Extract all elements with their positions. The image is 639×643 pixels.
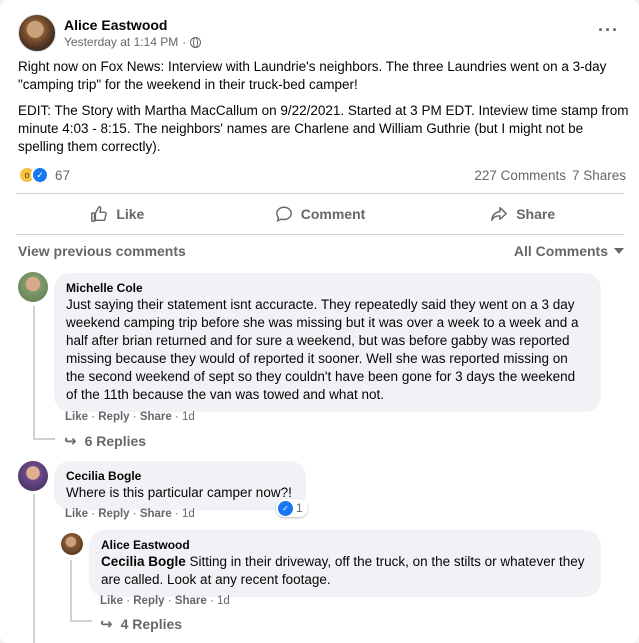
comment-bubble: Cecilia Bogle Where is this particular c… bbox=[54, 461, 306, 510]
replies-count: 4 Replies bbox=[120, 616, 183, 632]
share-icon bbox=[491, 206, 508, 222]
post-body: Right now on Fox News: Interview with La… bbox=[18, 58, 630, 164]
thread-connector bbox=[33, 438, 55, 440]
replies-count: 6 Replies bbox=[84, 433, 147, 449]
post-meta: Yesterday at 1:14 PM · bbox=[64, 34, 202, 50]
thread-line bbox=[33, 306, 35, 440]
post-timestamp[interactable]: Yesterday at 1:14 PM bbox=[64, 34, 178, 50]
reply-text: Cecilia Bogle Sitting in their driveway,… bbox=[101, 553, 589, 589]
reactions-row: o ✓ 67 227 Comments 7 Shares bbox=[18, 165, 626, 185]
comment-like-count: 1 bbox=[296, 501, 303, 515]
comment-age[interactable]: 1d bbox=[182, 411, 195, 423]
divider-top bbox=[16, 193, 624, 194]
comment-text: Where is this particular camper now?! bbox=[66, 485, 292, 500]
commenter-name[interactable]: Cecilia Bogle bbox=[66, 468, 294, 484]
comment-sort-label: All Comments bbox=[513, 243, 608, 259]
comment-share-button[interactable]: Share bbox=[140, 411, 172, 423]
post-text-paragraph-1: Right now on Fox News: Interview with La… bbox=[18, 59, 607, 92]
more-options-icon[interactable]: ··· bbox=[598, 20, 619, 41]
post-card: Alice Eastwood Yesterday at 1:14 PM · ··… bbox=[0, 0, 639, 643]
shares-count[interactable]: 7 Shares bbox=[572, 168, 626, 183]
reply-like-button[interactable]: Like bbox=[100, 595, 123, 607]
comment-reaction-badge[interactable]: ✓ 1 bbox=[276, 499, 308, 517]
comment-actions: Like · Reply · Share · 1d bbox=[65, 508, 195, 520]
thumbs-up-icon bbox=[91, 206, 108, 222]
reply-thread-line bbox=[70, 560, 72, 620]
comment-actions: Like · Reply · Share · 1d bbox=[65, 411, 195, 423]
author-name[interactable]: Alice Eastwood bbox=[64, 16, 201, 34]
comment-label: Comment bbox=[300, 206, 366, 222]
commenter-name[interactable]: Michelle Cole bbox=[66, 280, 589, 296]
reply-thread-connector bbox=[70, 620, 92, 622]
comments-count[interactable]: 227 Comments bbox=[474, 168, 566, 183]
share-button[interactable]: Share bbox=[421, 196, 624, 232]
view-previous-comments-link[interactable]: View previous comments bbox=[18, 243, 186, 259]
comment-icon bbox=[275, 206, 292, 223]
divider-bottom bbox=[16, 234, 624, 235]
post-stats: 227 Comments 7 Shares bbox=[474, 168, 626, 183]
reaction-icons[interactable]: o ✓ bbox=[18, 166, 49, 184]
reply-actions: Like · Reply · Share · 1d bbox=[100, 595, 230, 607]
comments-bar: View previous comments All Comments bbox=[18, 243, 624, 259]
post-header-text: Alice Eastwood Yesterday at 1:14 PM · bbox=[64, 16, 202, 50]
reply-mention[interactable]: Cecilia Bogle bbox=[101, 554, 186, 569]
commenter-avatar[interactable] bbox=[18, 461, 48, 491]
reply-avatar[interactable] bbox=[61, 533, 83, 555]
comment-text: Just saying their statement isnt accurac… bbox=[66, 297, 579, 402]
reply-author-name[interactable]: Alice Eastwood bbox=[101, 537, 589, 553]
globe-icon bbox=[190, 36, 202, 48]
thread-line bbox=[33, 494, 35, 643]
like-label: Like bbox=[116, 206, 145, 222]
like-button[interactable]: Like bbox=[16, 196, 219, 232]
comment-reply-button[interactable]: Reply bbox=[98, 508, 129, 520]
comment-share-button[interactable]: Share bbox=[140, 508, 172, 520]
reply-share-button[interactable]: Share bbox=[175, 595, 207, 607]
like-reaction-icon: ✓ bbox=[31, 166, 49, 184]
reply-age[interactable]: 1d bbox=[217, 595, 230, 607]
reply-bubble: Alice Eastwood Cecilia Bogle Sitting in … bbox=[89, 530, 601, 597]
post-text-paragraph-2: EDIT: The Story with Martha MacCallum on… bbox=[18, 103, 629, 154]
comment-bubble: Michelle Cole Just saying their statemen… bbox=[54, 273, 601, 412]
post-header: Alice Eastwood Yesterday at 1:14 PM · bbox=[18, 12, 202, 54]
comment-button[interactable]: Comment bbox=[219, 196, 422, 232]
view-replies-link[interactable]: ↪ 4 Replies bbox=[100, 615, 182, 633]
view-replies-link[interactable]: ↪ 6 Replies bbox=[64, 432, 146, 450]
commenter-avatar[interactable] bbox=[18, 272, 48, 302]
comment-like-button[interactable]: Like bbox=[65, 508, 88, 520]
like-reaction-icon: ✓ bbox=[278, 500, 293, 516]
post-actions: Like Comment Share bbox=[16, 196, 624, 232]
comment-age[interactable]: 1d bbox=[182, 508, 195, 520]
reply-arrow-icon: ↪ bbox=[64, 433, 77, 450]
reply-arrow-icon: ↪ bbox=[100, 616, 113, 633]
share-label: Share bbox=[516, 206, 556, 222]
comment-like-button[interactable]: Like bbox=[65, 411, 88, 423]
comment-sort-dropdown[interactable]: All Comments bbox=[514, 243, 624, 259]
comment-reply-button[interactable]: Reply bbox=[98, 411, 129, 423]
meta-separator: · bbox=[182, 35, 187, 49]
reply-reply-button[interactable]: Reply bbox=[133, 595, 164, 607]
chevron-down-icon bbox=[614, 248, 624, 254]
author-avatar[interactable] bbox=[18, 14, 56, 52]
reaction-count[interactable]: 67 bbox=[55, 168, 70, 183]
